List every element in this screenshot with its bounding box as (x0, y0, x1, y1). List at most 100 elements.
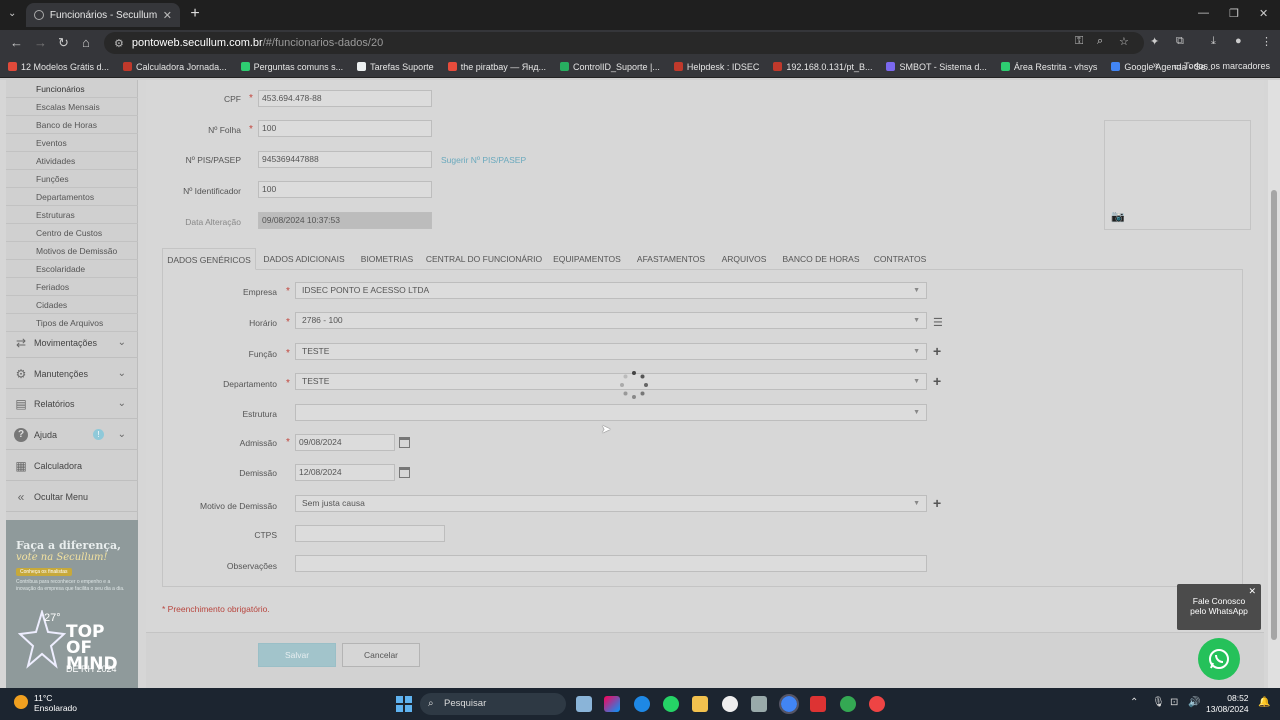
cpf-field[interactable]: 453.694.478-88 (258, 90, 432, 107)
tab-dados-adicionais[interactable]: DADOS ADICIONAIS (258, 248, 350, 270)
ctps-field[interactable] (295, 525, 445, 542)
sidebar-menu-relatorios[interactable]: ▤ Relatórios ⌄ (6, 389, 138, 419)
motivo-demissao-select[interactable]: Sem justa causa ▼ (295, 495, 927, 512)
suggest-pis-link[interactable]: Sugerir Nº PIS/PASEP (441, 155, 526, 165)
sidebar-menu-ocultar-menu[interactable]: « Ocultar Menu (6, 482, 138, 512)
windows-start-icon[interactable] (396, 696, 412, 712)
whatsapp-app-icon[interactable] (663, 696, 679, 712)
bookmark-item[interactable]: Área Restrita - vhsys (1000, 62, 1097, 72)
calculator-app-icon[interactable] (751, 696, 767, 712)
password-key-icon[interactable]: ⚿ (1075, 35, 1083, 48)
sidebar-subitem-funcionarios[interactable]: Funcionários (6, 80, 138, 98)
horario-select[interactable]: 2786 - 100 ▼ (295, 312, 927, 329)
extensions-puzzle-icon[interactable]: ⧉ (1176, 35, 1184, 48)
tray-chevron-icon[interactable]: ⌃ (1130, 697, 1138, 708)
bookmark-item[interactable]: the piratbay — Янд... (447, 62, 546, 72)
file-explorer-icon[interactable] (692, 696, 708, 712)
admissao-field[interactable]: 09/08/2024 (295, 434, 395, 451)
app-red-icon[interactable] (869, 696, 885, 712)
camera-icon[interactable]: 📷 (1111, 210, 1125, 223)
taskbar-search[interactable]: ⌕ Pesquisar (420, 693, 566, 715)
tab-banco-de-horas[interactable]: BANCO DE HORAS (776, 248, 866, 270)
save-button[interactable]: Salvar (258, 643, 336, 667)
employee-photo[interactable]: 📷 (1104, 120, 1251, 230)
download-icon[interactable]: ⤓ (1211, 35, 1216, 48)
maximize-icon[interactable]: ❐ (1229, 7, 1239, 20)
sidebar-subitem-departamentos[interactable]: Departamentos (6, 188, 138, 206)
sidebar-subitem-banco-de-horas[interactable]: Banco de Horas (6, 116, 138, 134)
taskbar-clock[interactable]: 08:52 13/08/2024 (1206, 693, 1249, 715)
bookmark-item[interactable]: ControlID_Suporte |... (559, 62, 660, 72)
bookmark-item[interactable]: 12 Modelos Grátis d... (8, 62, 109, 72)
profile-avatar-icon[interactable]: ● (1235, 35, 1242, 47)
demissao-field[interactable]: 12/08/2024 (295, 464, 395, 481)
new-tab-icon[interactable]: + (186, 6, 204, 24)
bookmark-item[interactable]: 192.168.0.131/pt_B... (773, 62, 872, 72)
tab-arquivos[interactable]: ARQUIVOS (714, 248, 774, 270)
close-window-icon[interactable]: ✕ (1259, 7, 1268, 20)
weather-widget[interactable]: 11°C Ensolarado (14, 693, 77, 713)
sidebar-menu-calculadora[interactable]: ▦ Calculadora (6, 451, 138, 481)
page-scrollbar[interactable] (1268, 80, 1280, 688)
tab-biometrias[interactable]: BIOMETRIAS (352, 248, 422, 270)
forward-icon[interactable]: → (34, 35, 47, 50)
calendar-icon[interactable] (399, 467, 410, 478)
reload-icon[interactable]: ↻ (58, 35, 69, 51)
sidebar-menu-movimentacoes[interactable]: ⇄ Movimentações ⌄ (6, 328, 138, 358)
anydesk-icon[interactable] (810, 696, 826, 712)
url-bar[interactable]: ⚙ pontoweb.secullum.com.br/#/funcionario… (104, 32, 1144, 54)
tab-dados-genericos[interactable]: DADOS GENÉRICOS (162, 248, 256, 270)
tab-contratos[interactable]: CONTRATOS (868, 248, 932, 270)
home-icon[interactable]: ⌂ (82, 35, 90, 50)
mic-icon[interactable]: 🎙 (1152, 697, 1165, 708)
chrome-profile-icon[interactable] (840, 696, 856, 712)
sidebar-menu-ajuda[interactable]: ? Ajuda ⌄! (6, 420, 138, 450)
bookmark-item[interactable]: Perguntas comuns s... (240, 62, 343, 72)
tab-central-funcionario[interactable]: CENTRAL DO FUNCIONÁRIO (424, 248, 544, 270)
sidebar-subitem-eventos[interactable]: Eventos (6, 134, 138, 152)
sidebar-subitem-motivos-de-demissao[interactable]: Motivos de Demissão (6, 242, 138, 260)
empresa-select[interactable]: IDSEC PONTO E ACESSO LTDA ▼ (295, 282, 927, 299)
network-icon[interactable]: ⊡ (1170, 697, 1178, 708)
sidebar-subitem-atividades[interactable]: Atividades (6, 152, 138, 170)
whatsapp-button[interactable] (1198, 638, 1240, 680)
scrollbar-thumb[interactable] (1271, 190, 1277, 640)
sidebar-subitem-cidades[interactable]: Cidades (6, 296, 138, 314)
observacoes-field[interactable] (295, 555, 927, 572)
chrome-icon[interactable] (779, 694, 799, 714)
bookmark-item[interactable]: Helpdesk : IDSEC (673, 62, 759, 72)
add-motivo-icon[interactable]: + (933, 495, 941, 511)
promo-banner[interactable]: Faça a diferença, vote na Secullum! Conh… (6, 520, 138, 688)
volume-icon[interactable]: 🔊 (1188, 697, 1200, 708)
task-view-icon[interactable] (576, 696, 592, 712)
sidebar-subitem-escalas-mensais[interactable]: Escalas Mensais (6, 98, 138, 116)
identificador-field[interactable]: 100 (258, 181, 432, 198)
estrutura-select[interactable]: ▼ (295, 404, 927, 421)
copilot-icon[interactable] (604, 696, 620, 712)
departamento-select[interactable]: TESTE ▼ (295, 373, 927, 390)
zoom-icon[interactable]: ⌕ (1097, 35, 1103, 48)
bookmark-star-icon[interactable]: ☆ (1119, 35, 1129, 48)
bookmark-item[interactable]: SMBOT - Sistema d... (886, 62, 987, 72)
add-departamento-icon[interactable]: + (933, 373, 941, 389)
browser-menu-icon[interactable]: ⋮ (1261, 35, 1272, 48)
sidebar-subitem-estruturas[interactable]: Estruturas (6, 206, 138, 224)
folha-field[interactable]: 100 (258, 120, 432, 137)
all-bookmarks-folder[interactable]: ▭ Todos os marcadores (1173, 61, 1270, 72)
bookmark-item[interactable]: Tarefas Suporte (357, 62, 434, 72)
calendar-icon[interactable] (399, 437, 410, 448)
funcao-select[interactable]: TESTE ▼ (295, 343, 927, 360)
sidebar-subitem-funcoes[interactable]: Funções (6, 170, 138, 188)
pis-field[interactable]: 945369447888 (258, 151, 432, 168)
bookmarks-overflow-icon[interactable]: » (1152, 60, 1158, 71)
app-icon[interactable] (722, 696, 738, 712)
close-icon[interactable]: ✕ (1248, 586, 1256, 596)
bookmark-item[interactable]: Calculadora Jornada... (123, 62, 227, 72)
schedule-list-icon[interactable]: ☰ (933, 316, 943, 329)
back-icon[interactable]: ← (10, 35, 23, 50)
browser-tab-active[interactable]: Funcionários - Secullum Ponto W ✕ (26, 3, 180, 27)
sidebar-subitem-feriados[interactable]: Feriados (6, 278, 138, 296)
site-info-icon[interactable]: ⚙ (114, 37, 124, 50)
cancel-button[interactable]: Cancelar (342, 643, 420, 667)
tab-equipamentos[interactable]: EQUIPAMENTOS (546, 248, 628, 270)
